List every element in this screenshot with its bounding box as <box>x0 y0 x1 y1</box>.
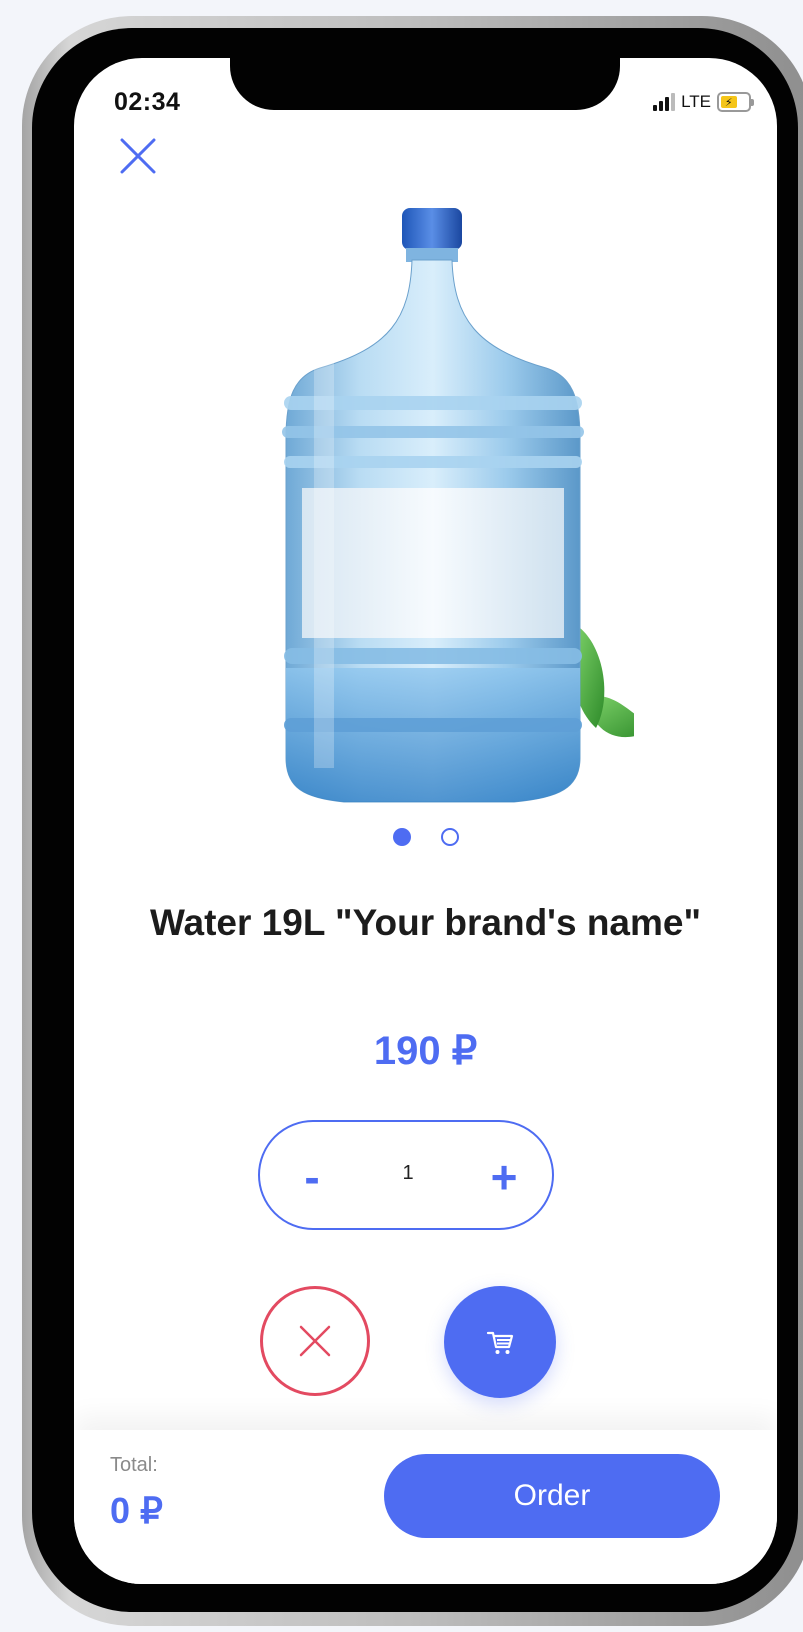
remove-item-button[interactable] <box>260 1286 370 1396</box>
product-title: Water 19L "Your brand's name" <box>149 902 702 943</box>
carousel-dot-2[interactable] <box>440 828 459 846</box>
carousel-dot-1[interactable] <box>392 828 411 846</box>
app-screen: 02:34 LTE ⚡ Water 19L "Your brand's name… <box>74 58 777 1584</box>
carousel-pagination <box>74 828 777 846</box>
status-time: 02:34 <box>114 88 181 116</box>
cart-icon <box>486 1331 514 1354</box>
product-image[interactable] <box>214 198 656 818</box>
total-label: Total: <box>110 1454 158 1476</box>
network-type: LTE <box>681 92 711 111</box>
increase-quantity-button[interactable]: + <box>474 1142 534 1212</box>
order-button[interactable]: Order <box>384 1454 720 1538</box>
close-icon <box>299 1325 331 1357</box>
battery-charging-icon: ⚡ <box>717 92 754 112</box>
status-indicators: LTE ⚡ <box>653 92 754 112</box>
quantity-value: 1 <box>402 1162 414 1184</box>
product-price: 190 ₽ <box>373 1029 478 1073</box>
close-icon <box>120 138 156 174</box>
add-to-cart-button[interactable] <box>444 1286 556 1398</box>
close-button[interactable] <box>116 134 160 178</box>
total-value: 0 ₽ <box>110 1490 163 1531</box>
quantity-stepper: - 1 + <box>258 1120 554 1230</box>
order-summary-bar: Total: 0 ₽ Order <box>74 1430 777 1584</box>
signal-bars-icon <box>653 93 676 111</box>
decrease-quantity-button[interactable]: - <box>282 1142 342 1212</box>
water-bottle-19l-image <box>282 208 656 803</box>
phone-notch <box>230 58 620 110</box>
